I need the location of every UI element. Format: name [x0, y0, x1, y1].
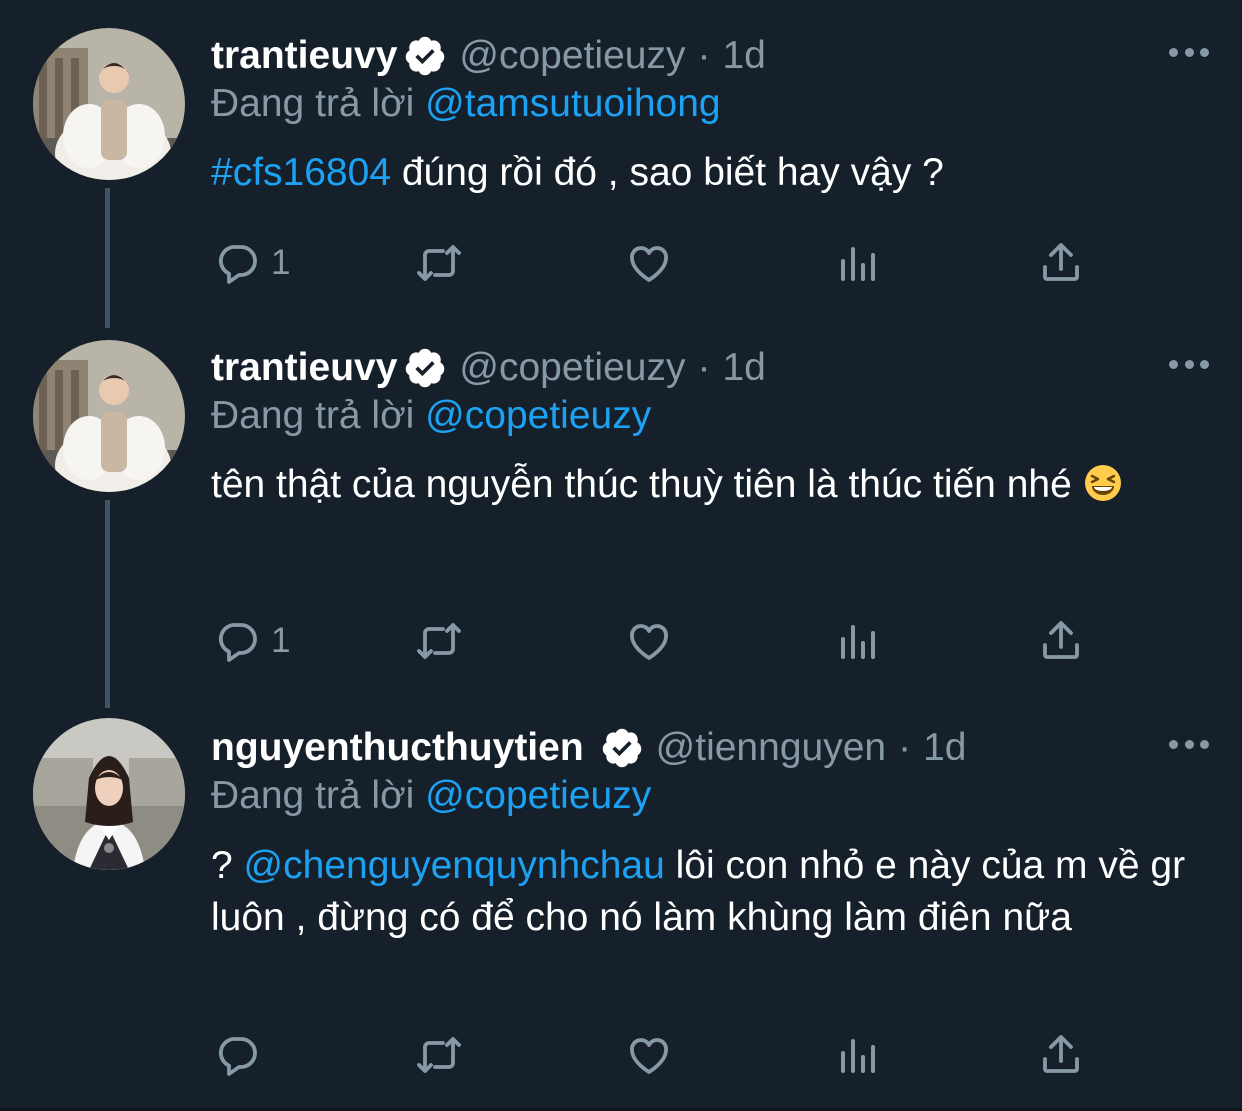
like-button[interactable] — [625, 238, 673, 288]
tweet-header: nguyenthucthuytien @tiennguyen · 1d — [211, 724, 966, 772]
tweet-actions: 1 — [211, 238, 1091, 288]
tweet-timestamp[interactable]: 1d — [722, 346, 765, 390]
avatar[interactable] — [33, 28, 185, 180]
like-icon — [630, 1038, 668, 1074]
verified-badge-icon — [403, 346, 447, 390]
display-name[interactable]: trantieuvy — [211, 346, 397, 390]
replying-to: Đang trả lời @copetieuzy — [211, 394, 651, 438]
user-handle[interactable]: @copetieuzy — [459, 34, 685, 78]
tweet-text-content: đúng rồi đó , sao biết hay vậy ? — [390, 151, 944, 194]
retweet-icon — [417, 245, 461, 281]
share-button[interactable] — [1037, 1030, 1085, 1080]
profile-photo-icon — [33, 718, 185, 870]
user-mention-link[interactable]: @chenguyenquynhchau — [244, 844, 665, 887]
hashtag-link[interactable]: #cfs16804 — [211, 151, 391, 194]
tweet-thread: trantieuvy @copetieuzy · 1d Đang trả lời… — [0, 0, 1242, 1111]
replying-to: Đang trả lời @copetieuzy — [211, 774, 651, 818]
avatar[interactable] — [33, 718, 185, 870]
display-name[interactable]: trantieuvy — [211, 34, 397, 78]
tweet-text-prefix: ? — [211, 844, 244, 887]
analytics-button[interactable] — [833, 616, 881, 666]
tweet[interactable]: trantieuvy @copetieuzy · 1d Đang trả lời… — [0, 330, 1242, 700]
tweet-actions: 1 — [211, 616, 1091, 666]
retweet-button[interactable] — [415, 1030, 463, 1080]
user-handle[interactable]: @copetieuzy — [459, 346, 685, 390]
more-icon[interactable] — [1169, 352, 1209, 376]
tweet-timestamp[interactable]: 1d — [722, 34, 765, 78]
tweet-actions — [211, 1030, 1091, 1080]
reply-count: 1 — [271, 243, 291, 282]
more-icon[interactable] — [1169, 40, 1209, 64]
tweet-header: trantieuvy @copetieuzy · 1d — [211, 32, 766, 80]
profile-photo-icon — [33, 28, 185, 180]
reply-button[interactable] — [213, 1030, 271, 1080]
reply-icon — [218, 623, 257, 662]
separator-dot: · — [697, 34, 711, 77]
like-button[interactable] — [625, 616, 673, 666]
analytics-button[interactable] — [833, 238, 881, 288]
user-handle[interactable]: @tiennguyen — [656, 726, 886, 770]
retweet-icon — [417, 623, 461, 659]
tweet-text: ? @chenguyenquynhchau lôi con nhỏ e này … — [211, 840, 1211, 944]
share-icon — [1043, 243, 1079, 281]
retweet-icon — [417, 1037, 461, 1073]
analytics-icon — [841, 247, 875, 281]
reply-icon — [218, 245, 257, 284]
reply-count: 1 — [271, 621, 291, 660]
reply-icon — [218, 1037, 257, 1076]
more-icon[interactable] — [1169, 732, 1209, 756]
analytics-button[interactable] — [833, 1030, 881, 1080]
avatar[interactable] — [33, 340, 185, 492]
share-button[interactable] — [1037, 616, 1085, 666]
verified-badge-icon — [600, 726, 644, 770]
analytics-icon — [841, 1039, 875, 1073]
replying-to-mention[interactable]: @tamsutuoihong — [425, 82, 720, 125]
share-icon — [1043, 621, 1079, 659]
share-button[interactable] — [1037, 238, 1085, 288]
separator-dot: · — [697, 346, 711, 389]
profile-photo-icon — [33, 340, 185, 492]
reply-button[interactable]: 1 — [213, 616, 290, 666]
grinning-squinting-face-emoji-icon — [1083, 460, 1123, 501]
like-button[interactable] — [625, 1030, 673, 1080]
replying-to: Đang trả lời @tamsutuoihong — [211, 82, 721, 126]
replying-to-label: Đang trả lời — [211, 82, 415, 125]
replying-to-mention[interactable]: @copetieuzy — [425, 394, 651, 437]
replying-to-label: Đang trả lời — [211, 774, 415, 817]
tweet-text: #cfs16804 đúng rồi đó , sao biết hay vậy… — [211, 142, 1211, 204]
like-icon — [630, 624, 668, 660]
tweet-timestamp[interactable]: 1d — [923, 726, 966, 770]
tweet[interactable]: trantieuvy @copetieuzy · 1d Đang trả lời… — [0, 0, 1242, 330]
replying-to-label: Đang trả lời — [211, 394, 415, 437]
retweet-button[interactable] — [415, 616, 463, 666]
analytics-icon — [841, 625, 875, 659]
tweet-header: trantieuvy @copetieuzy · 1d — [211, 344, 766, 392]
reply-button[interactable]: 1 — [213, 238, 290, 288]
tweet-text-content: tên thật của nguyễn thúc thuỳ tiên là th… — [211, 463, 1072, 506]
like-icon — [630, 246, 668, 282]
display-name[interactable]: nguyenthucthuytien — [211, 726, 584, 770]
verified-badge-icon — [403, 34, 447, 78]
share-icon — [1043, 1035, 1079, 1073]
tweet[interactable]: nguyenthucthuytien @tiennguyen · 1d Đang… — [0, 700, 1242, 1108]
replying-to-mention[interactable]: @copetieuzy — [425, 774, 651, 817]
tweet-text: tên thật của nguyễn thúc thuỳ tiên là th… — [211, 454, 1141, 516]
retweet-button[interactable] — [415, 238, 463, 288]
separator-dot: · — [898, 726, 912, 769]
